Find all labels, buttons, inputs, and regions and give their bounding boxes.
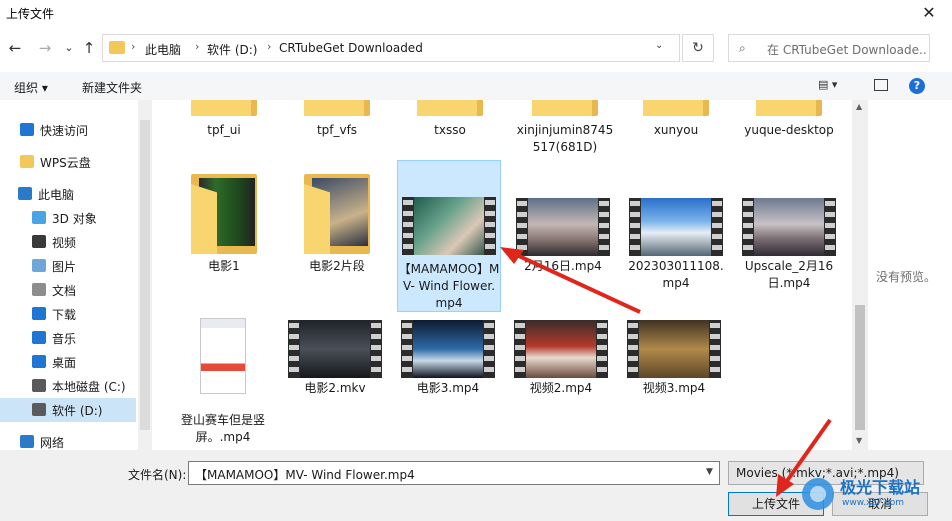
watermark-logo: 极光下载站 www.xz7.com — [790, 470, 950, 518]
watermark-globe-icon — [802, 478, 834, 510]
arrow-to-file — [505, 248, 641, 314]
watermark-url: www.xz7.com — [842, 498, 904, 508]
watermark-text: 极光下载站 — [840, 478, 921, 497]
annotation-arrows — [500, 247, 832, 497]
